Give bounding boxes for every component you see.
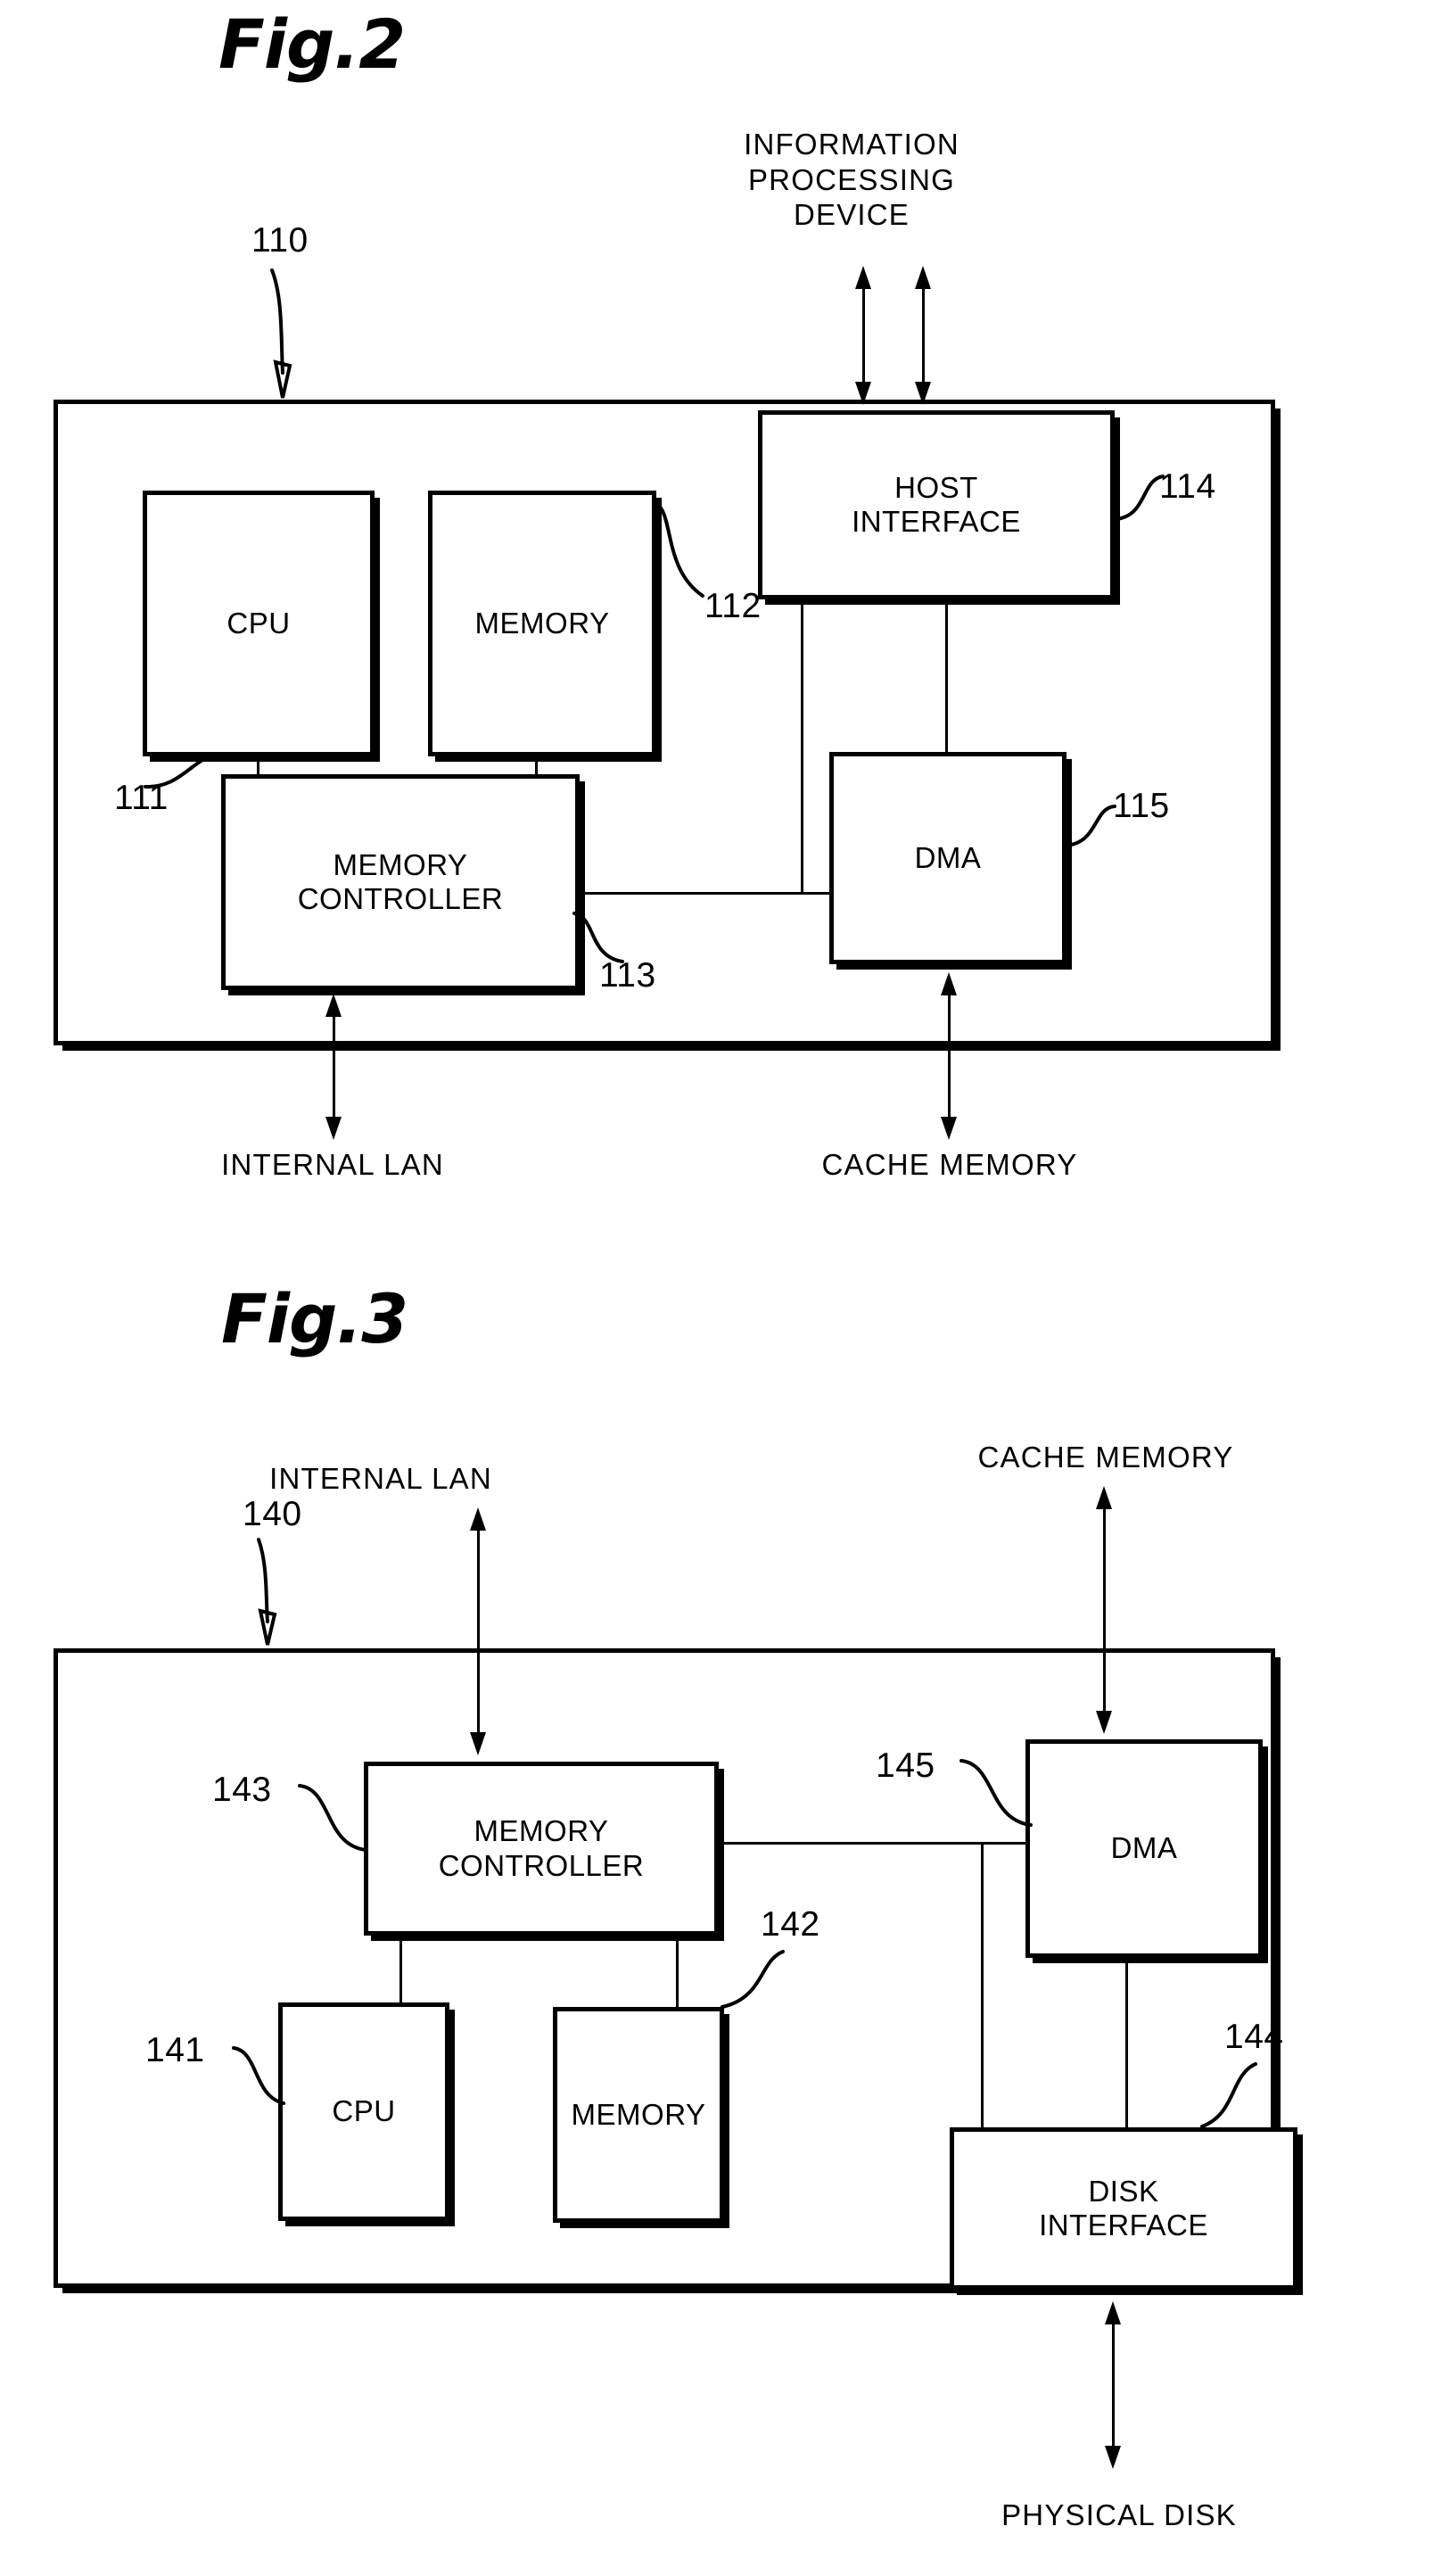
fig2-cache-memory-arrow-head-down: [941, 1117, 957, 1140]
fig2-reference-numeral-110: 110: [251, 221, 309, 260]
fig2-block-dma-label: DMA: [914, 840, 982, 874]
fig3-block-dma: DMA: [1025, 1739, 1263, 1958]
fig3-block-cpu: CPU: [278, 2002, 449, 2221]
fig2-block-host-interface-label: HOST INTERFACE: [852, 470, 1021, 538]
fig3-block-disk-interface-label: DISK INTERFACE: [1039, 2174, 1208, 2242]
fig2-reference-115-leader: [1065, 805, 1116, 847]
fig2-host-arrow-left-shaft: [862, 287, 865, 384]
fig3-block-cpu-label: CPU: [332, 2094, 396, 2128]
fig2-block-cpu: CPU: [143, 491, 375, 756]
fig2-external-label-internal-lan: INTERNAL LAN: [221, 1148, 444, 1181]
fig2-line-memory-controller-to-dma: [578, 892, 835, 895]
fig3-reference-numeral-140: 140: [243, 1495, 302, 1533]
fig3-internal-lan-arrow-shaft: [477, 1520, 480, 1741]
figure-3-title: Fig.3: [221, 1279, 408, 1358]
fig3-block-memory-label: MEMORY: [571, 2097, 706, 2131]
fig2-block-cpu-label: CPU: [226, 606, 291, 640]
fig3-line-dma-to-disk-interface: [1125, 1955, 1128, 2130]
fig3-reference-142-leader: [721, 1950, 785, 2009]
fig2-internal-lan-arrow-head-down: [325, 1117, 342, 1140]
fig3-reference-numeral-141: 141: [145, 2031, 205, 2069]
fig3-reference-140-leader: [257, 1538, 277, 1646]
patent-drawing-sheet: Fig.2 INFORMATION PROCESSING DEVICE 110: [0, 0, 1433, 2576]
fig2-reference-111-leader: [144, 753, 220, 789]
fig3-block-memory-controller: MEMORY CONTROLLER: [364, 1762, 719, 1936]
fig2-external-label-cache-memory: CACHE MEMORY: [821, 1148, 1078, 1181]
fig3-external-label-physical-disk: PHYSICAL DISK: [1001, 2498, 1237, 2531]
fig3-line-memory-controller-to-cpu: [399, 1934, 402, 2007]
fig2-line-host-interface-to-dma: [945, 596, 948, 756]
fig2-block-memory: MEMORY: [428, 491, 656, 756]
fig3-external-label-internal-lan: INTERNAL LAN: [269, 1462, 492, 1495]
fig3-reference-143-leader: [298, 1784, 367, 1852]
fig2-reference-112-leader: [655, 501, 704, 598]
fig2-reference-114-leader: [1115, 475, 1165, 521]
fig3-block-memory-controller-label: MEMORY CONTROLLER: [438, 1814, 645, 1882]
fig2-reference-110-leader: [270, 268, 292, 399]
fig2-cache-memory-arrow-shaft: [948, 985, 951, 1133]
figure-2-title: Fig.2: [218, 4, 406, 84]
fig3-line-memory-controller-to-memory: [676, 1934, 679, 2010]
fig3-reference-numeral-145: 145: [876, 1746, 935, 1785]
fig3-physical-disk-arrow-shaft: [1112, 2314, 1115, 2462]
fig3-reference-144-leader: [1200, 2062, 1257, 2128]
fig2-external-label-information-processing-device: INFORMATION PROCESSING DEVICE: [744, 128, 959, 232]
fig3-reference-numeral-144: 144: [1224, 2018, 1284, 2056]
fig2-block-memory-controller-label: MEMORY CONTROLLER: [297, 847, 504, 915]
fig2-line-host-interface-to-bus: [801, 596, 803, 894]
fig3-cache-memory-arrow-shaft: [1103, 1499, 1106, 1720]
fig2-host-arrow-right-shaft: [922, 287, 925, 384]
fig3-reference-141-leader: [232, 2046, 285, 2105]
fig3-block-memory: MEMORY: [553, 2007, 724, 2223]
fig3-reference-145-leader: [959, 1759, 1033, 1827]
fig3-external-label-cache-memory: CACHE MEMORY: [977, 1441, 1234, 1474]
fig2-internal-lan-arrow-shaft: [333, 1006, 335, 1133]
fig2-block-dma: DMA: [829, 752, 1067, 964]
fig3-block-dma-label: DMA: [1110, 1831, 1178, 1865]
fig2-host-arrow-right-head-up: [915, 266, 931, 289]
fig2-reference-113-leader: [572, 912, 624, 963]
fig2-host-arrow-left-head-down: [855, 382, 871, 405]
fig2-block-host-interface: HOST INTERFACE: [758, 410, 1115, 599]
fig2-host-arrow-right-head-down: [915, 382, 931, 405]
fig2-block-memory-controller: MEMORY CONTROLLER: [221, 774, 580, 990]
fig3-reference-numeral-143: 143: [212, 1771, 272, 1809]
fig2-block-memory-label: MEMORY: [474, 606, 610, 640]
fig2-host-arrow-left-head-up: [855, 266, 871, 289]
fig3-physical-disk-arrow-head-down: [1105, 2446, 1121, 2469]
fig3-block-disk-interface: DISK INTERFACE: [950, 2127, 1297, 2290]
fig3-internal-lan-arrow-head-down: [470, 1732, 486, 1755]
fig3-cache-memory-arrow-head-down: [1096, 1711, 1112, 1734]
fig3-reference-numeral-142: 142: [761, 1905, 820, 1944]
fig3-line-bus-to-disk-interface: [981, 1842, 984, 2129]
